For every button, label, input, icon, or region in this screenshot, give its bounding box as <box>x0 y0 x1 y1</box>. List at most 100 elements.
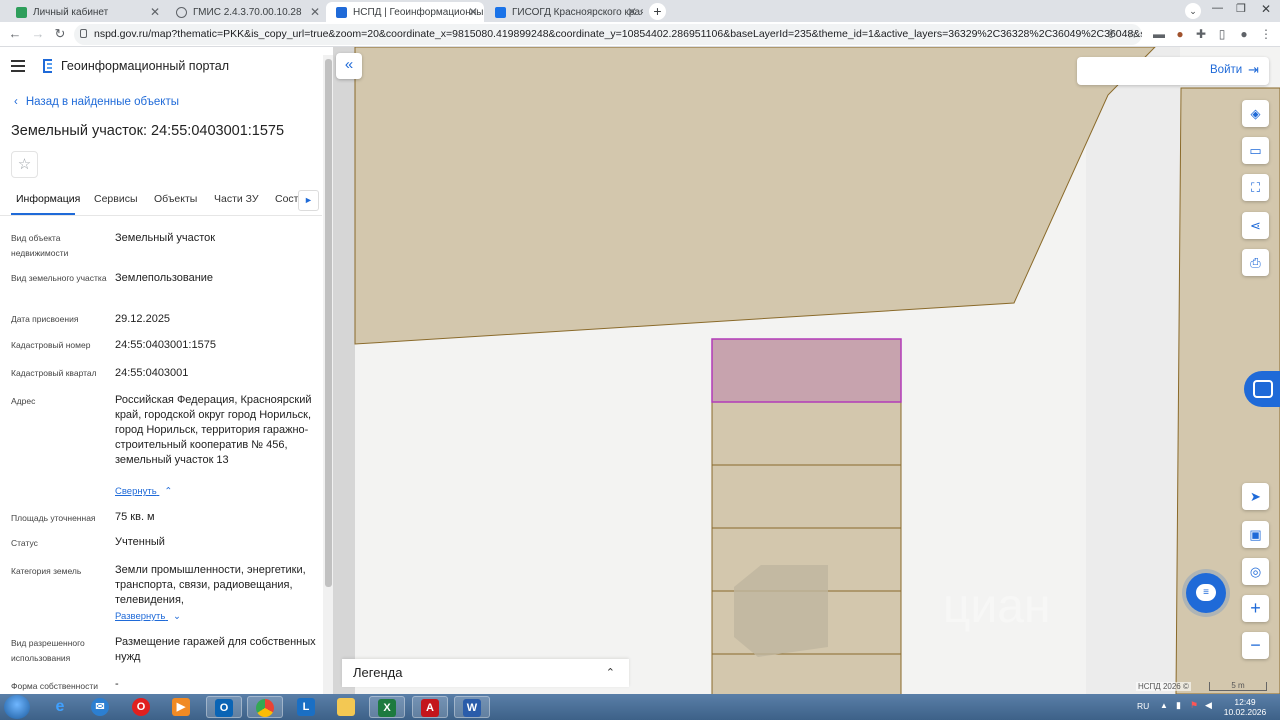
back-link-label: Назад в найденные объекты <box>25 96 180 108</box>
back-to-results-link[interactable]: ‹ Назад в найденные объекты <box>14 96 179 108</box>
browser-tab-nspd[interactable]: НСПД | Геоинформационный п ✕ <box>326 2 484 22</box>
extensions-puzzle-icon[interactable]: ✚ <box>1194 27 1208 41</box>
expand-collapse-icon: ⌃ <box>605 667 615 679</box>
tray-flag-icon[interactable]: ⚑ <box>1190 700 1198 711</box>
tab-services[interactable]: Сервисы <box>94 193 138 205</box>
measure-button[interactable]: ▭ <box>1242 137 1269 164</box>
side-feedback-button[interactable] <box>1244 371 1280 407</box>
map-canvas[interactable]: циан « Войти ⇥ ◈ ▭ ⛶ ⋖ ⎙ ➤ ▣ ◎ + − ≡ Лег… <box>333 47 1280 694</box>
field-value-status: Учтенный <box>115 536 165 548</box>
caret-right-icon: ► <box>304 195 313 205</box>
taskbar-app[interactable]: W <box>454 696 490 718</box>
panel-scrollbar-thumb[interactable] <box>325 59 332 587</box>
navigate-button[interactable]: ➤ <box>1242 483 1269 510</box>
zoom-out-button[interactable]: − <box>1242 632 1269 659</box>
forward-icon[interactable]: → <box>30 26 46 41</box>
extension-icon[interactable]: ● <box>1173 27 1187 41</box>
tray-up-icon[interactable]: ▲ <box>1160 701 1168 710</box>
menu-kebab-icon[interactable]: ⋮ <box>1259 27 1273 41</box>
system-clock[interactable]: 12:49 10.02.2026 <box>1222 697 1268 717</box>
legend-panel[interactable]: Легенда ⌃ <box>342 659 629 687</box>
layers-button[interactable]: ◈ <box>1242 100 1269 127</box>
garage-parcel <box>711 653 902 694</box>
print-button[interactable]: ⎙ <box>1242 249 1269 276</box>
expand-category-link[interactable]: Развернуть ⌄ <box>115 611 181 622</box>
field-value-address: Российская Федерация, Красноярский край,… <box>115 394 312 466</box>
new-tab-button[interactable]: + <box>649 3 666 20</box>
start-button[interactable] <box>4 695 30 719</box>
extension-icon[interactable]: ▬ <box>1152 27 1166 41</box>
close-tab-icon[interactable]: ✕ <box>150 5 160 19</box>
portal-logo-icon <box>43 59 52 73</box>
word-icon: W <box>463 699 481 717</box>
field-value-ownership: - <box>115 678 119 690</box>
tray-volume-icon[interactable]: ◀ <box>1205 700 1212 711</box>
nspd-favicon-icon <box>336 6 347 18</box>
map-layer[interactable]: циан <box>333 47 1280 694</box>
ie-icon: e <box>55 698 65 715</box>
close-tab-icon[interactable]: ✕ <box>310 5 320 19</box>
close-tab-icon[interactable]: ✕ <box>468 5 478 19</box>
globe-icon <box>176 6 187 18</box>
tray-network-icon[interactable]: ▮ <box>1176 700 1181 711</box>
taskbar-app[interactable] <box>247 696 283 718</box>
close-window-icon[interactable]: ✕ <box>1261 2 1271 16</box>
maximize-icon[interactable]: ❐ <box>1236 2 1246 15</box>
taskbar-app[interactable]: O <box>123 696 159 718</box>
minimize-icon[interactable]: — <box>1212 2 1223 14</box>
taskbar-app[interactable]: L <box>288 696 324 718</box>
login-button[interactable]: Войти ⇥ <box>1077 57 1269 85</box>
browser-tab-gisogd[interactable]: ГИСОГД Красноярского края ✕ <box>485 2 643 22</box>
taskbar-app[interactable]: A <box>412 696 448 718</box>
site-favicon-icon <box>495 6 506 18</box>
field-label: Вид разрешенного использования <box>11 638 85 663</box>
tab-information[interactable]: Информация <box>16 193 80 205</box>
back-icon[interactable]: ← <box>7 26 23 41</box>
collapse-panel-button[interactable]: « <box>336 53 362 79</box>
address-bar[interactable]: nspd.gov.ru/map?thematic=PKK&is_copy_url… <box>74 24 1142 45</box>
hamburger-menu-icon[interactable] <box>11 60 25 75</box>
profile-icon[interactable]: ● <box>1237 27 1251 41</box>
ruler-icon: ▭ <box>1249 143 1262 158</box>
browser-tab-cabinet[interactable]: Личный кабинет ✕ <box>6 2 166 22</box>
field-label: Вид объекта недвижимости <box>11 233 69 258</box>
taskbar-app[interactable]: ▶ <box>163 696 199 718</box>
overview-map-button[interactable]: ▣ <box>1242 521 1269 548</box>
locate-icon: ◎ <box>1249 564 1262 579</box>
chevron-up-icon: ⌃ <box>164 486 173 497</box>
zoom-in-button[interactable]: + <box>1242 595 1269 622</box>
taskbar-app[interactable]: e <box>42 696 78 718</box>
tab-search-icon[interactable]: ⌄ <box>1185 3 1201 19</box>
tabs-scroll-right-button[interactable]: ► <box>298 190 319 211</box>
select-area-button[interactable]: ⛶ <box>1242 174 1269 201</box>
legend-label: Легенда <box>353 665 403 680</box>
share-page-icon[interactable]: ⇪ <box>1104 27 1118 41</box>
tab-parts[interactable]: Части ЗУ <box>214 193 259 205</box>
chat-button[interactable]: ≡ <box>1186 573 1226 613</box>
collapse-address-link[interactable]: Свернуть ⌃ <box>115 486 172 497</box>
input-language[interactable]: RU <box>1137 701 1149 711</box>
field-value-cadastral-quarter: 24:55:0403001 <box>115 367 189 379</box>
chrome-icon <box>256 699 274 717</box>
chevron-left-icon: ‹ <box>14 96 18 108</box>
side-panel-icon[interactable]: ▯ <box>1215 27 1229 41</box>
favorite-star-button[interactable]: ☆ <box>11 151 38 178</box>
tab-objects[interactable]: Объекты <box>154 193 197 205</box>
taskbar-app[interactable]: ✉ <box>82 696 118 718</box>
share-button[interactable]: ⋖ <box>1242 212 1269 239</box>
clock-time: 12:49 <box>1234 697 1256 707</box>
field-label: Кадастровый квартал <box>11 368 97 378</box>
browser-tab-gmis[interactable]: ГМИС 2.4.3.70.00.10.28 ✕ <box>166 2 326 22</box>
taskbar-app[interactable]: X <box>369 696 405 718</box>
bookmark-star-icon[interactable]: ☆ <box>1125 27 1139 41</box>
map-attribution: НСПД 2026 © <box>1136 682 1191 691</box>
login-label: Войти <box>1210 64 1243 76</box>
reload-icon[interactable]: ↻ <box>52 26 68 42</box>
taskbar-app[interactable] <box>328 696 364 718</box>
close-tab-icon[interactable]: ✕ <box>627 5 637 19</box>
locate-button[interactable]: ◎ <box>1242 558 1269 585</box>
lock-icon[interactable] <box>80 29 87 38</box>
building-footprint <box>734 565 828 657</box>
field-label: Форма собственности <box>11 681 98 691</box>
taskbar-app[interactable]: O <box>206 696 242 718</box>
